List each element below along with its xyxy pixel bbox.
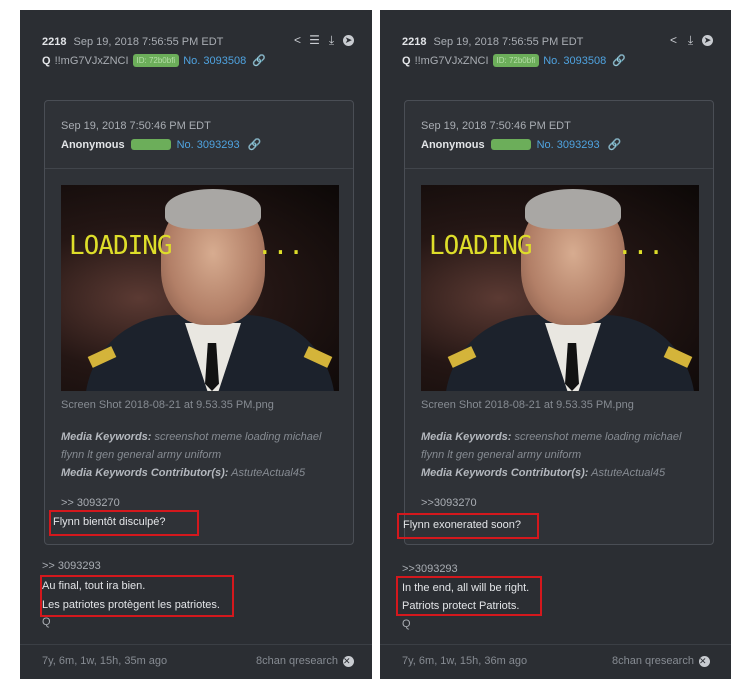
post-header-date: 2218 Sep 19, 2018 7:56:55 PM EDT <box>42 36 223 48</box>
reply-reference[interactable]: >>3093270 <box>421 497 477 509</box>
download-icon[interactable]: ⤓ <box>326 34 337 46</box>
divider <box>380 644 731 645</box>
image-filename[interactable]: Screen Shot 2018-08-21 at 9.53.35 PM.png <box>421 399 634 411</box>
quoted-post-link[interactable]: No. 3093293 <box>177 139 240 151</box>
post-link[interactable]: No. 3093508 <box>183 55 246 67</box>
image-hair <box>525 189 621 229</box>
signature: Q <box>402 618 411 630</box>
divider <box>20 644 372 645</box>
divider <box>45 168 353 169</box>
quoted-post-date: Sep 19, 2018 7:50:46 PM EDT <box>421 120 571 132</box>
post-age: 7y, 6m, 1w, 15h, 35m ago <box>42 655 168 667</box>
link-icon[interactable]: 🔗 <box>248 138 262 151</box>
signature: Q <box>42 616 51 628</box>
flag-icon[interactable]: ☰ <box>309 34 320 46</box>
quoted-post-author: Anonymous No. 3093293 🔗 <box>61 138 262 152</box>
id-badge: ID: 72b0bfi <box>492 54 540 67</box>
anonymous-name: Anonymous <box>61 138 125 151</box>
post-date: Sep 19, 2018 7:56:55 PM EDT <box>433 36 584 48</box>
answer-line-2: Patriots protect Patriots. <box>402 600 520 612</box>
contributor-value: AstuteActual45 <box>231 467 306 479</box>
post-image[interactable]: LOADING ... <box>61 185 339 391</box>
id-badge <box>490 139 531 150</box>
arrow-right-circle-icon[interactable]: ➤ <box>702 34 713 46</box>
media-keywords-label: Media Keywords: <box>421 431 512 443</box>
answer-line-1: Au final, tout ira bien. <box>42 580 146 592</box>
anonymous-name: Anonymous <box>421 138 485 151</box>
link-icon[interactable]: 🔗 <box>612 54 626 67</box>
quoted-post: Sep 19, 2018 7:50:46 PM EDT Anonymous No… <box>397 100 714 545</box>
reply-reference[interactable]: >>3093293 <box>402 563 458 575</box>
media-keywords: Media Keywords: screenshot meme loading … <box>61 428 346 464</box>
post-image[interactable]: LOADING ... <box>421 185 699 391</box>
post-source: 8chan qresearch ✕ <box>256 655 354 667</box>
media-contributors: Media Keywords Contributor(s): AstuteAct… <box>421 464 706 482</box>
media-keywords: Media Keywords: screenshot meme loading … <box>421 428 706 464</box>
contributor-label: Media Keywords Contributor(s): <box>421 467 589 479</box>
image-filename[interactable]: Screen Shot 2018-08-21 at 9.53.35 PM.png <box>61 399 274 411</box>
download-icon[interactable]: ⤓ <box>685 34 696 46</box>
reply-reference[interactable]: >> 3093270 <box>61 497 120 509</box>
close-circle-icon[interactable]: ✕ <box>698 655 710 667</box>
quoted-post-author: Anonymous No. 3093293 🔗 <box>421 138 622 152</box>
close-circle-icon[interactable]: ✕ <box>342 655 354 667</box>
post-number: 2218 <box>42 36 67 48</box>
id-badge <box>130 139 171 150</box>
link-icon[interactable]: 🔗 <box>608 138 622 151</box>
divider <box>405 168 713 169</box>
author-name: Q <box>42 54 51 67</box>
anon-question: Flynn bientôt disculpé? <box>53 516 166 528</box>
contributor-value: AstuteActual45 <box>591 467 666 479</box>
image-dots: ... <box>257 231 304 261</box>
tripcode: !!mG7VJxZNCI <box>54 54 129 67</box>
image-loading-text: LOADING <box>69 231 173 261</box>
answer-line-1: In the end, all will be right. <box>402 582 530 594</box>
reply-reference[interactable]: >> 3093293 <box>42 560 101 572</box>
tripcode: !!mG7VJxZNCI <box>414 54 489 67</box>
image-dots: ... <box>617 231 664 261</box>
contributor-label: Media Keywords Contributor(s): <box>61 467 229 479</box>
post-number: 2218 <box>402 36 427 48</box>
post-header-author: Q !!mG7VJxZNCI ID: 72b0bfi No. 3093508 🔗 <box>42 54 266 67</box>
arrow-right-circle-icon[interactable]: ➤ <box>343 34 354 46</box>
share-icon[interactable]: < <box>668 34 679 46</box>
id-badge: ID: 72b0bfi <box>132 54 180 67</box>
quoted-post-link[interactable]: No. 3093293 <box>537 139 600 151</box>
source-label[interactable]: 8chan qresearch <box>256 655 338 667</box>
post-card-english: 2218 Sep 19, 2018 7:56:55 PM EDT Q !!mG7… <box>380 10 731 679</box>
quoted-post: Sep 19, 2018 7:50:46 PM EDT Anonymous No… <box>44 100 354 545</box>
anon-question: Flynn exonerated soon? <box>403 519 522 531</box>
share-icon[interactable]: < <box>292 34 303 46</box>
link-icon[interactable]: 🔗 <box>252 54 266 67</box>
answer-line-2: Les patriotes protègent les patriotes. <box>42 599 220 611</box>
post-date: Sep 19, 2018 7:56:55 PM EDT <box>73 36 224 48</box>
post-header-author: Q !!mG7VJxZNCI ID: 72b0bfi No. 3093508 🔗 <box>402 54 626 67</box>
author-name: Q <box>402 54 411 67</box>
media-keywords-label: Media Keywords: <box>61 431 152 443</box>
post-link[interactable]: No. 3093508 <box>543 55 606 67</box>
image-hair <box>165 189 261 229</box>
source-label[interactable]: 8chan qresearch <box>612 655 694 667</box>
post-age: 7y, 6m, 1w, 15h, 36m ago <box>402 655 528 667</box>
post-actions: < ⤓ ➤ <box>668 34 713 46</box>
post-header-date: 2218 Sep 19, 2018 7:56:55 PM EDT <box>402 36 583 48</box>
media-contributors: Media Keywords Contributor(s): AstuteAct… <box>61 464 346 482</box>
quoted-post-date: Sep 19, 2018 7:50:46 PM EDT <box>61 120 211 132</box>
post-actions: < ☰ ⤓ ➤ <box>292 34 354 46</box>
post-source: 8chan qresearch ✕ <box>612 655 710 667</box>
image-loading-text: LOADING <box>429 231 533 261</box>
post-card-french: 2218 Sep 19, 2018 7:56:55 PM EDT Q !!mG7… <box>20 10 372 679</box>
